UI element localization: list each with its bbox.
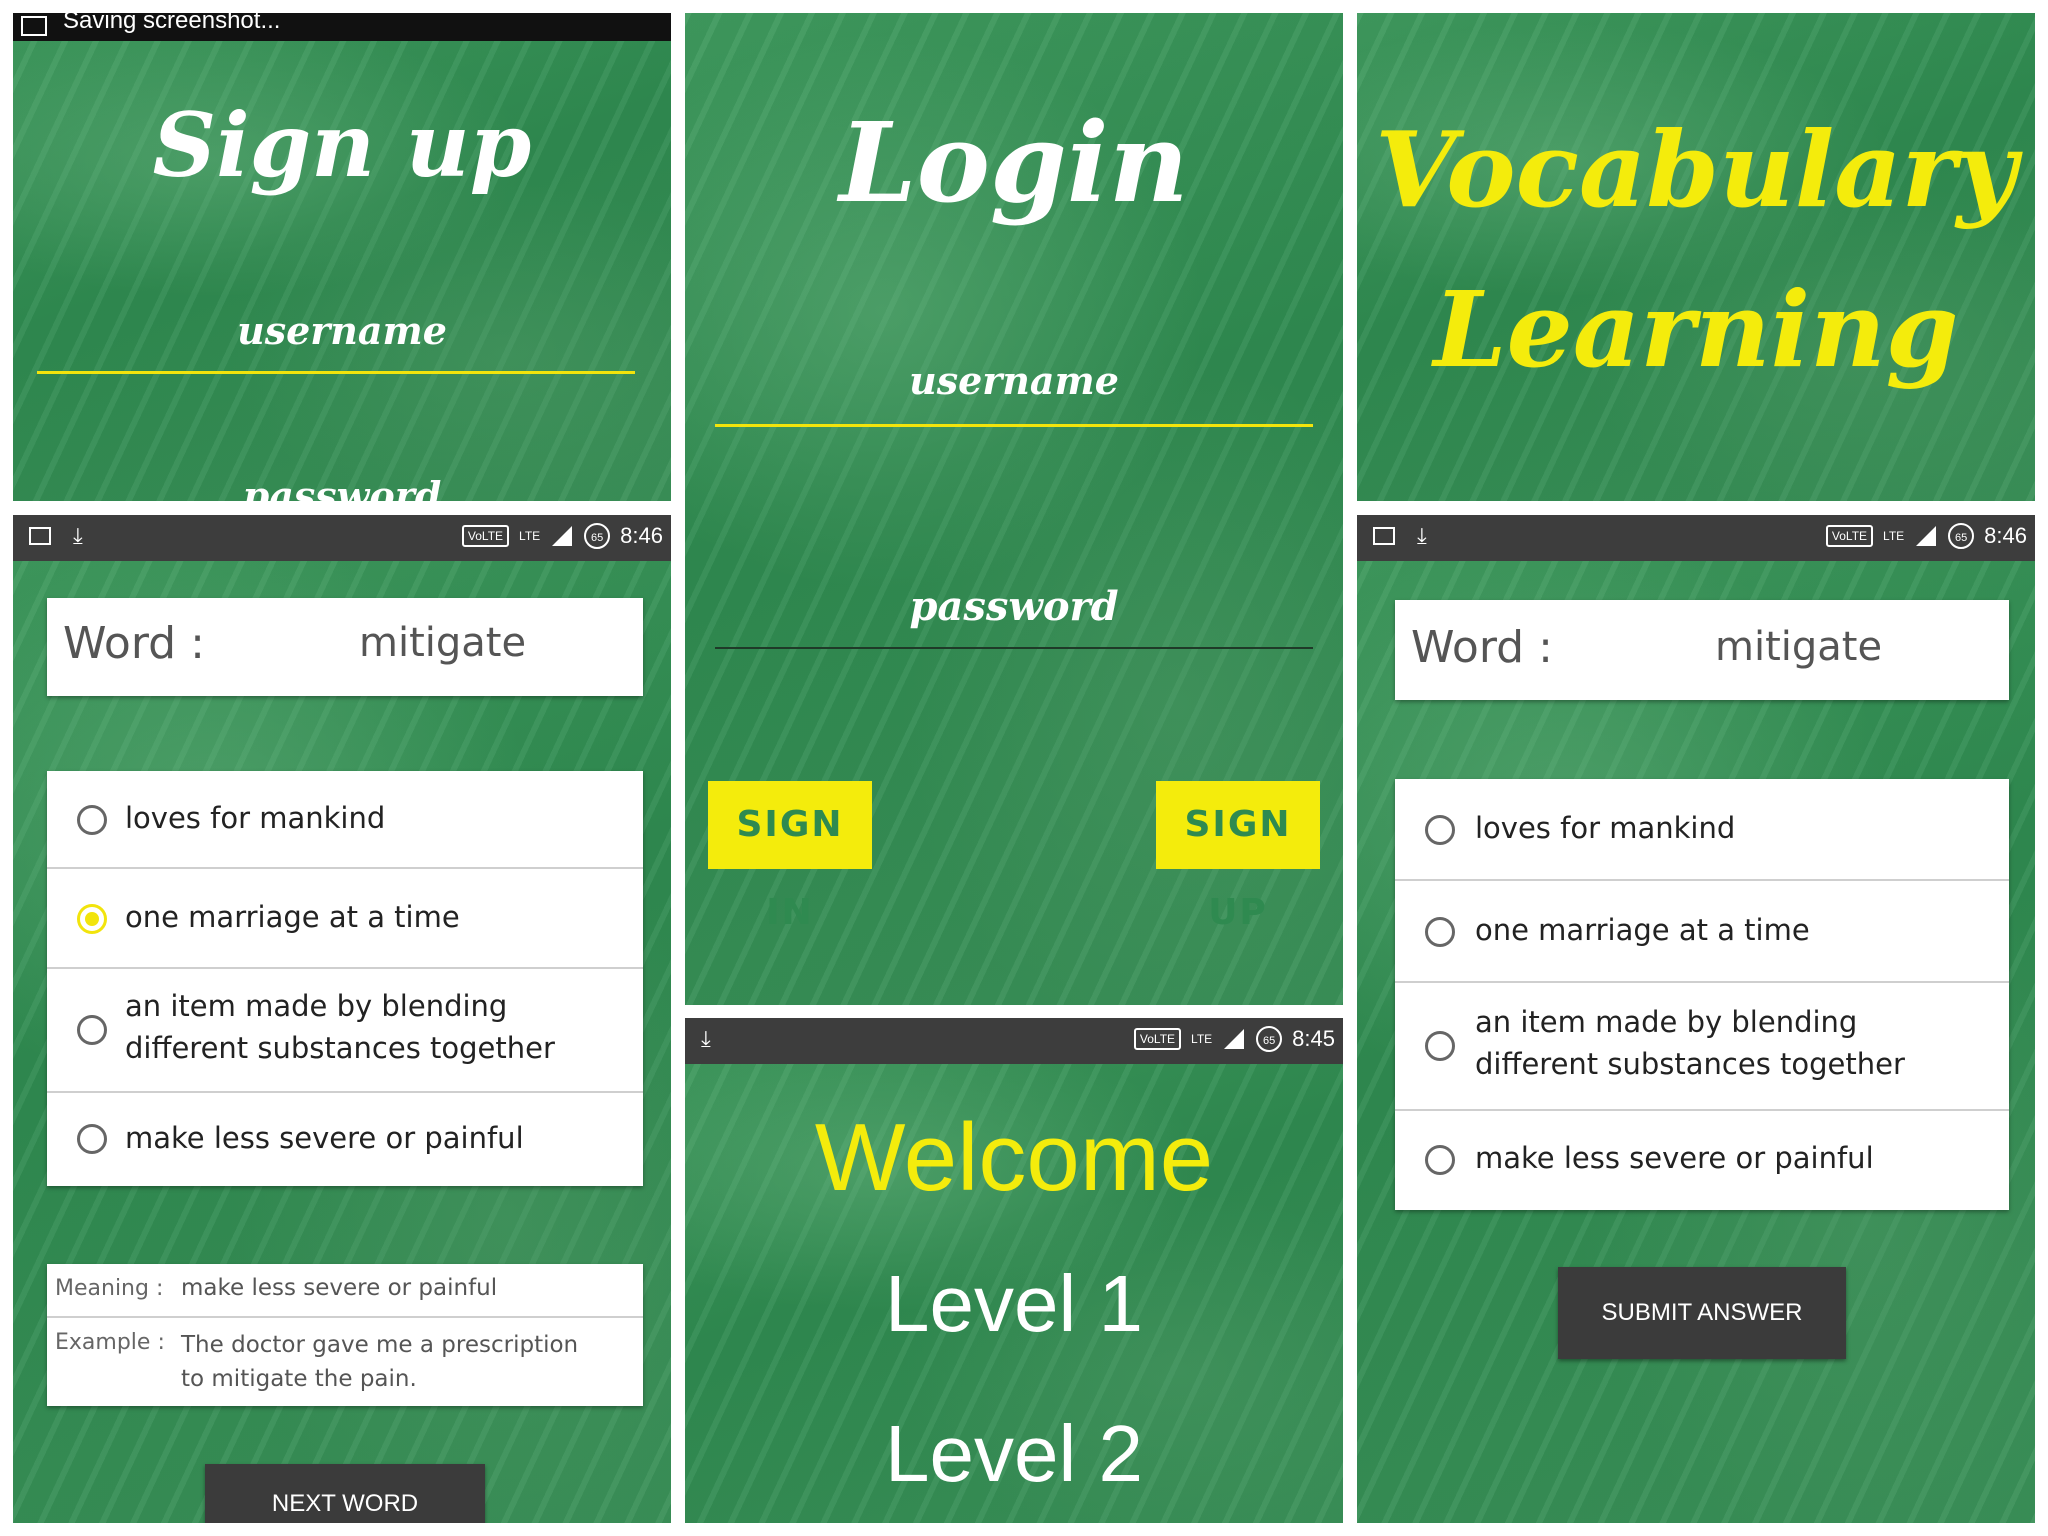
- lte-label: LTE: [1191, 1032, 1213, 1046]
- battery-icon: 65: [1948, 523, 1975, 549]
- signup-screen: Saving screenshot... Sign up username pa…: [13, 13, 671, 501]
- battery-icon: 65: [584, 523, 611, 549]
- login-screen: Login username password SIGN IN SIGN UP: [685, 13, 1343, 1005]
- signal-icon: [552, 526, 573, 546]
- signal-icon: [1224, 1029, 1245, 1049]
- meaning-value: make less severe or painful: [181, 1275, 498, 1301]
- welcome-screen: ⤓ VoLTE LTE 65 8:45 Welcome Level 1 Leve…: [685, 1018, 1343, 1523]
- clock: 8:46: [1984, 523, 2027, 548]
- option-text: one marriage at a time: [125, 900, 460, 934]
- splash-title-line2: Learning: [1433, 268, 1959, 391]
- radio-button[interactable]: [77, 1124, 107, 1154]
- word-label: Word :: [63, 618, 205, 669]
- option-text: make less severe or painful: [1475, 1141, 1874, 1175]
- download-icon: ⤓: [73, 523, 83, 548]
- signal-icon: [1916, 526, 1937, 546]
- option-3[interactable]: an item made by blending different subst…: [47, 969, 643, 1093]
- option-text: one marriage at a time: [1475, 913, 1810, 947]
- status-bar: ⤓ VoLTE LTE 65 8:46: [1357, 515, 2035, 561]
- status-bar: ⤓ VoLTE LTE 65 8:45: [685, 1018, 1343, 1064]
- username-field-hint[interactable]: username: [13, 308, 671, 353]
- option-text: make less severe or painful: [125, 1121, 524, 1155]
- image-icon: [29, 527, 51, 545]
- word-value: mitigate: [359, 620, 527, 666]
- radio-button[interactable]: [77, 805, 107, 835]
- meaning-card: Meaning : make less severe or painful Ex…: [47, 1264, 643, 1406]
- battery-icon: 65: [1256, 1026, 1283, 1052]
- option-text: loves for mankind: [125, 801, 386, 835]
- notification-text: Saving screenshot...: [63, 13, 281, 34]
- submit-answer-button[interactable]: SUBMIT ANSWER: [1558, 1267, 1846, 1359]
- username-field-underline: [37, 371, 635, 374]
- sign-up-button[interactable]: SIGN UP: [1156, 781, 1320, 933]
- volte-badge: VoLTE: [1133, 1028, 1182, 1050]
- example-value: The doctor gave me a prescription to mit…: [181, 1332, 579, 1392]
- password-field-hint[interactable]: password: [685, 583, 1343, 630]
- level-1-button[interactable]: Level 1: [685, 1258, 1343, 1350]
- splash-screen: Vocabulary Learning: [1357, 13, 2035, 501]
- option-3[interactable]: an item made by blending different subst…: [1395, 983, 2009, 1111]
- example-label: Example :: [55, 1330, 165, 1355]
- volte-badge: VoLTE: [461, 525, 510, 547]
- lte-label: LTE: [1883, 529, 1905, 543]
- word-card: Word : mitigate: [47, 598, 643, 696]
- option-text: an item made by blending different subst…: [125, 989, 555, 1065]
- clock: 8:45: [1292, 1026, 1335, 1051]
- download-icon: ⤓: [1417, 523, 1427, 548]
- next-word-button[interactable]: NEXT WORD: [205, 1464, 485, 1523]
- radio-button[interactable]: [1425, 1031, 1455, 1061]
- welcome-title: Welcome: [814, 1104, 1214, 1211]
- meaning-row: Meaning : make less severe or painful: [47, 1264, 643, 1318]
- lte-label: LTE: [519, 529, 541, 543]
- quiz-unanswered-screen: ⤓ VoLTE LTE 65 8:46 Word : mitigate love…: [1357, 515, 2035, 1523]
- option-text: loves for mankind: [1475, 811, 1736, 845]
- signup-title: Sign up: [152, 93, 532, 197]
- option-1[interactable]: loves for mankind: [47, 771, 643, 869]
- level-2-button[interactable]: Level 2: [685, 1408, 1343, 1500]
- option-text: an item made by blending different subst…: [1475, 1005, 1905, 1081]
- image-icon: [21, 16, 47, 36]
- username-field-hint[interactable]: username: [685, 358, 1343, 403]
- radio-button[interactable]: [1425, 1145, 1455, 1175]
- sign-in-button[interactable]: SIGN IN: [708, 781, 872, 933]
- option-2[interactable]: one marriage at a time: [1395, 881, 2009, 983]
- clock: 8:46: [620, 523, 663, 548]
- volte-badge: VoLTE: [1825, 525, 1874, 547]
- word-value: mitigate: [1715, 624, 1883, 670]
- login-title: Login: [839, 98, 1189, 227]
- options-card: loves for mankind one marriage at a time…: [1395, 779, 2009, 1210]
- splash-title-line1: Vocabulary: [1375, 108, 2017, 231]
- image-icon: [1373, 527, 1395, 545]
- word-card: Word : mitigate: [1395, 600, 2009, 700]
- quiz-answered-screen: ⤓ VoLTE LTE 65 8:46 Word : mitigate love…: [13, 515, 671, 1523]
- download-icon: ⤓: [701, 1026, 711, 1051]
- radio-button[interactable]: [77, 1015, 107, 1045]
- option-4[interactable]: make less severe or painful: [1395, 1111, 2009, 1210]
- radio-button[interactable]: [1425, 917, 1455, 947]
- radio-button[interactable]: [1425, 815, 1455, 845]
- option-4[interactable]: make less severe or painful: [47, 1093, 643, 1186]
- option-1[interactable]: loves for mankind: [1395, 779, 2009, 881]
- options-card: loves for mankind one marriage at a time…: [47, 771, 643, 1186]
- password-field-underline: [715, 647, 1313, 649]
- notification-bar: Saving screenshot...: [13, 13, 671, 41]
- password-field-hint[interactable]: password: [13, 473, 671, 501]
- option-2[interactable]: one marriage at a time: [47, 869, 643, 969]
- word-label: Word :: [1411, 622, 1553, 673]
- status-bar: ⤓ VoLTE LTE 65 8:46: [13, 515, 671, 561]
- radio-button-selected[interactable]: [77, 904, 107, 934]
- username-field-underline: [715, 424, 1313, 427]
- meaning-label: Meaning :: [55, 1276, 164, 1301]
